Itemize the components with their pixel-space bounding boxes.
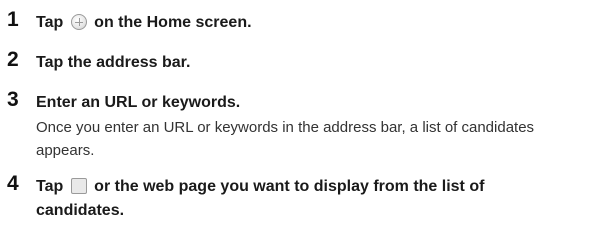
step-text-before: Tap bbox=[36, 178, 64, 195]
step-title: Tap or the web page you want to display … bbox=[36, 175, 556, 223]
step-text-after: or the web page you want to display from… bbox=[36, 178, 485, 219]
step-title: Tap the address bar. bbox=[36, 54, 191, 71]
step-detail: Once you enter an URL or keywords in the… bbox=[36, 119, 535, 159]
browser-icon bbox=[70, 14, 87, 30]
step-number: 1 bbox=[7, 8, 19, 31]
step-number: 4 bbox=[7, 172, 19, 195]
step-number: 2 bbox=[7, 48, 19, 71]
step-title: Tap on the Home screen. bbox=[36, 11, 252, 35]
step-title: Enter an URL or keywords. bbox=[36, 94, 241, 111]
step-number: 3 bbox=[7, 88, 19, 111]
step-text-before: Tap bbox=[36, 14, 64, 31]
go-icon bbox=[70, 178, 87, 194]
step-text-after: on the Home screen. bbox=[94, 14, 252, 31]
